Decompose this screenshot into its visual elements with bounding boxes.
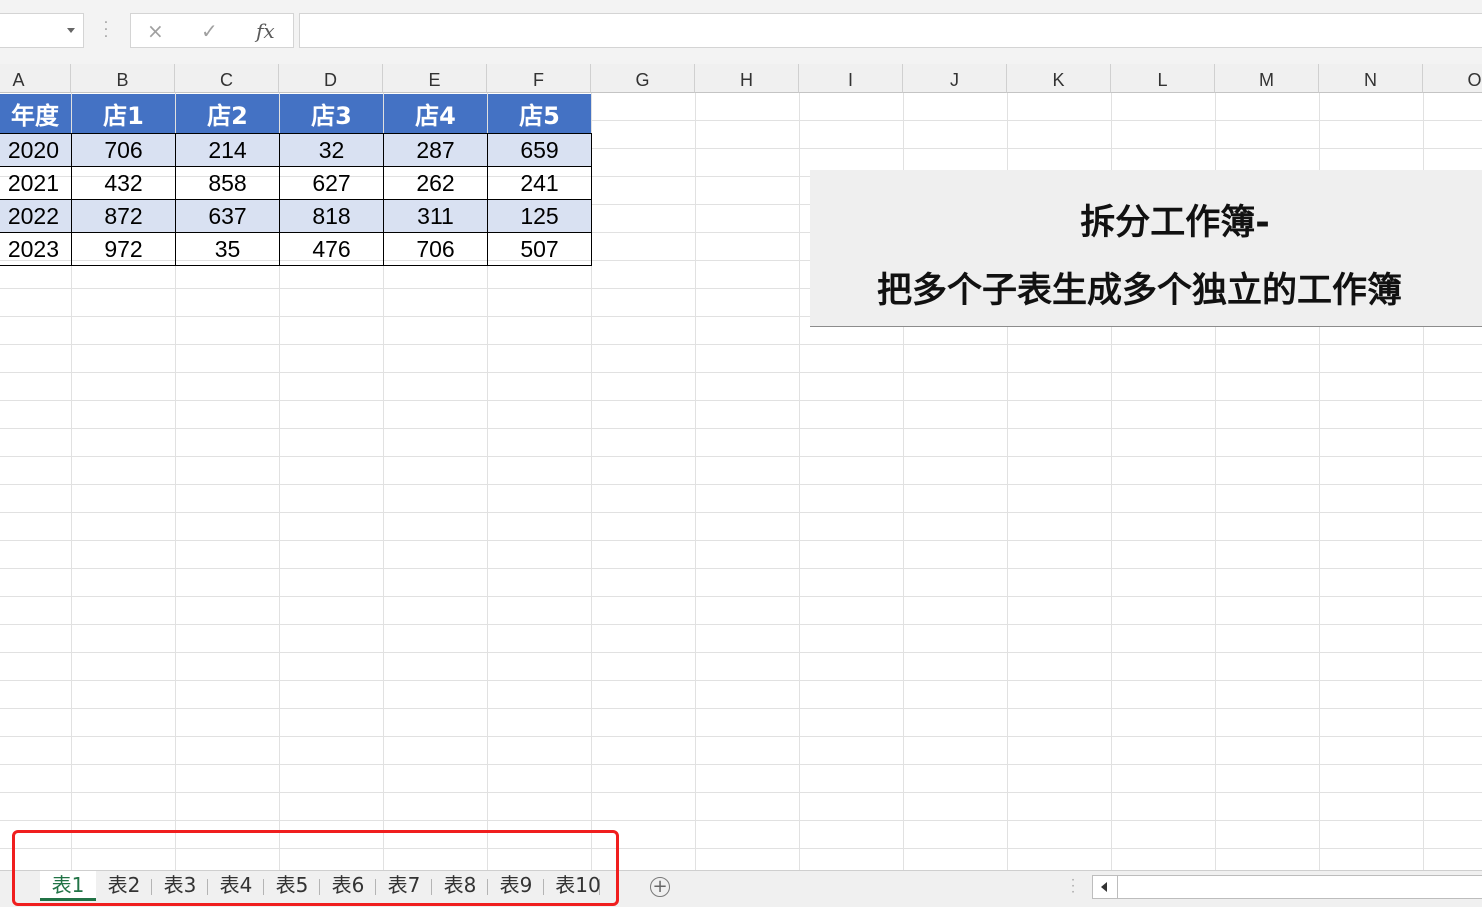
table-cell[interactable]: 706 [71,133,176,167]
add-sheet-icon[interactable]: + [650,877,670,897]
table-header-cell[interactable]: 店2 [175,93,280,134]
column-header-l[interactable]: L [1111,64,1215,93]
scroll-left-icon[interactable] [1093,876,1118,898]
sheet-tab-7[interactable]: 表7 [376,871,432,901]
column-header-f[interactable]: F [487,64,591,93]
table-cell[interactable]: 35 [175,232,280,266]
table-cell[interactable]: 706 [383,232,488,266]
table-cell[interactable]: 32 [279,133,384,167]
table-cell[interactable]: 2022 [0,199,72,233]
cancel-icon[interactable]: × [147,19,164,43]
title-line-2: 把多个子表生成多个独立的工作簿 [877,271,1403,311]
formula-input[interactable] [299,13,1482,48]
horizontal-scrollbar[interactable] [1092,875,1482,899]
table-cell[interactable]: 2021 [0,166,72,200]
table-cell[interactable]: 2023 [0,232,72,266]
column-header-c[interactable]: C [175,64,279,93]
table-row: 2023 972 35 476 706 507 [0,232,592,266]
table-row: 2022 872 637 818 311 125 [0,199,592,233]
table-header-cell[interactable]: 年度 [0,93,72,134]
formula-bar-area: · · · × ✓ fx [0,0,1482,64]
table-cell[interactable]: 2020 [0,133,72,167]
table-cell[interactable]: 214 [175,133,280,167]
sheet-tab-6[interactable]: 表6 [320,871,376,901]
formula-bar-resize-handle[interactable]: · · · [101,16,111,44]
table-cell[interactable]: 241 [487,166,592,200]
table-row: 2020 706 214 32 287 659 [0,133,592,167]
enter-icon[interactable]: ✓ [201,19,218,43]
name-box[interactable] [0,13,84,48]
table-header-cell[interactable]: 店4 [383,93,488,134]
table-cell[interactable]: 627 [279,166,384,200]
sheet-tab-3[interactable]: 表3 [152,871,208,901]
sheet-tab-4[interactable]: 表4 [208,871,264,901]
table-cell[interactable]: 476 [279,232,384,266]
sheet-tab-10[interactable]: 表10 [544,871,612,901]
table-cell[interactable]: 262 [383,166,488,200]
column-header-n[interactable]: N [1319,64,1423,93]
sheet-tab-8[interactable]: 表8 [432,871,488,901]
column-header-m[interactable]: M [1215,64,1319,93]
tab-split-handle[interactable]: · · · [1068,874,1078,898]
column-header-e[interactable]: E [383,64,487,93]
table-row: 2021 432 858 627 262 241 [0,166,592,200]
table-cell[interactable]: 858 [175,166,280,200]
table-cell[interactable]: 125 [487,199,592,233]
sheet-tab-2[interactable]: 表2 [96,871,152,901]
table-cell[interactable]: 311 [383,199,488,233]
table-cell[interactable]: 287 [383,133,488,167]
name-box-dropdown-icon[interactable] [67,28,75,33]
insert-function-icon[interactable]: fx [256,19,275,43]
column-header-b[interactable]: B [71,64,175,93]
title-line-1: 拆分工作簿- [1080,203,1270,243]
column-header-a[interactable]: A [0,64,71,93]
table-header-cell[interactable]: 店3 [279,93,384,134]
column-header-k[interactable]: K [1007,64,1111,93]
title-text-box[interactable]: 拆分工作簿- 把多个子表生成多个独立的工作簿 [810,170,1482,327]
column-header-h[interactable]: H [695,64,799,93]
table-cell[interactable]: 432 [71,166,176,200]
formula-buttons: × ✓ fx [130,13,294,48]
column-header-o[interactable]: O [1423,64,1482,93]
sheet-tab-9[interactable]: 表9 [488,871,544,901]
table-cell[interactable]: 972 [71,232,176,266]
table-header-cell[interactable]: 店5 [487,93,592,134]
table-header-cell[interactable]: 店1 [71,93,176,134]
table-cell[interactable]: 818 [279,199,384,233]
table-cell[interactable]: 872 [71,199,176,233]
table-cell[interactable]: 637 [175,199,280,233]
sheet-tab-bar: 表1 表2 表3 表4 表5 表6 表7 表8 表9 表10 + · · · [0,870,1482,907]
table-cell[interactable]: 507 [487,232,592,266]
table-cell[interactable]: 659 [487,133,592,167]
data-table: 年度 店1 店2 店3 店4 店5 2020 706 214 32 287 65… [0,93,592,266]
column-header-d[interactable]: D [279,64,383,93]
column-header-i[interactable]: I [799,64,903,93]
column-header-g[interactable]: G [591,64,695,93]
table-header-row: 年度 店1 店2 店3 店4 店5 [0,93,592,134]
sheet-tab-5[interactable]: 表5 [264,871,320,901]
column-header-j[interactable]: J [903,64,1007,93]
sheet-tab-1[interactable]: 表1 [40,871,96,901]
